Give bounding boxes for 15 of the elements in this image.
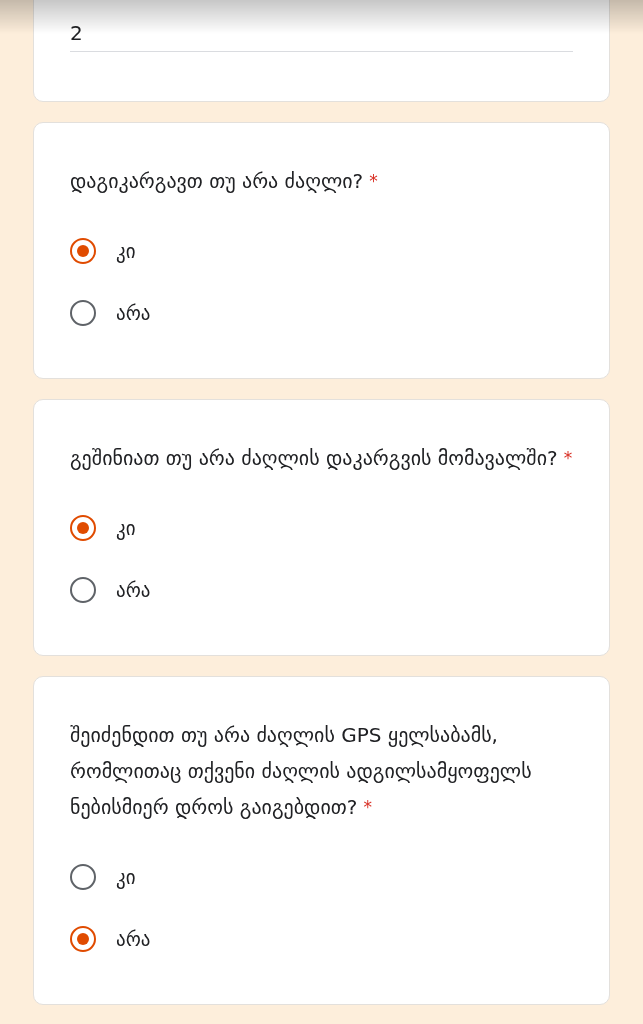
option-label[interactable]: კი [116, 866, 136, 888]
radio-button[interactable] [70, 577, 96, 603]
option-label[interactable]: არა [116, 302, 151, 324]
question-text: შეიძენდით თუ არა ძაღლის GPS ყელსაბამს, რომლითაც თქვენი ძაღლის ადგილსამყოფელს ნებისმიერ დროს გაიგებდით? * [70, 722, 533, 821]
question-text: დაგიკარგავთ თუ არა ძაღლი? * [70, 168, 379, 195]
radio-button[interactable] [70, 238, 96, 264]
radio-button[interactable] [70, 864, 96, 890]
option-label[interactable]: კი [116, 240, 136, 262]
radio-button[interactable] [70, 300, 96, 326]
radio-button[interactable] [70, 515, 96, 541]
question-text: გეშინიათ თუ არა ძაღლის დაკარგვის მომავალში? * [70, 445, 573, 472]
option-label[interactable]: არა [116, 928, 151, 950]
radio-button[interactable] [70, 926, 96, 952]
option-label[interactable]: არა [116, 579, 151, 601]
option-label[interactable]: კი [116, 517, 136, 539]
